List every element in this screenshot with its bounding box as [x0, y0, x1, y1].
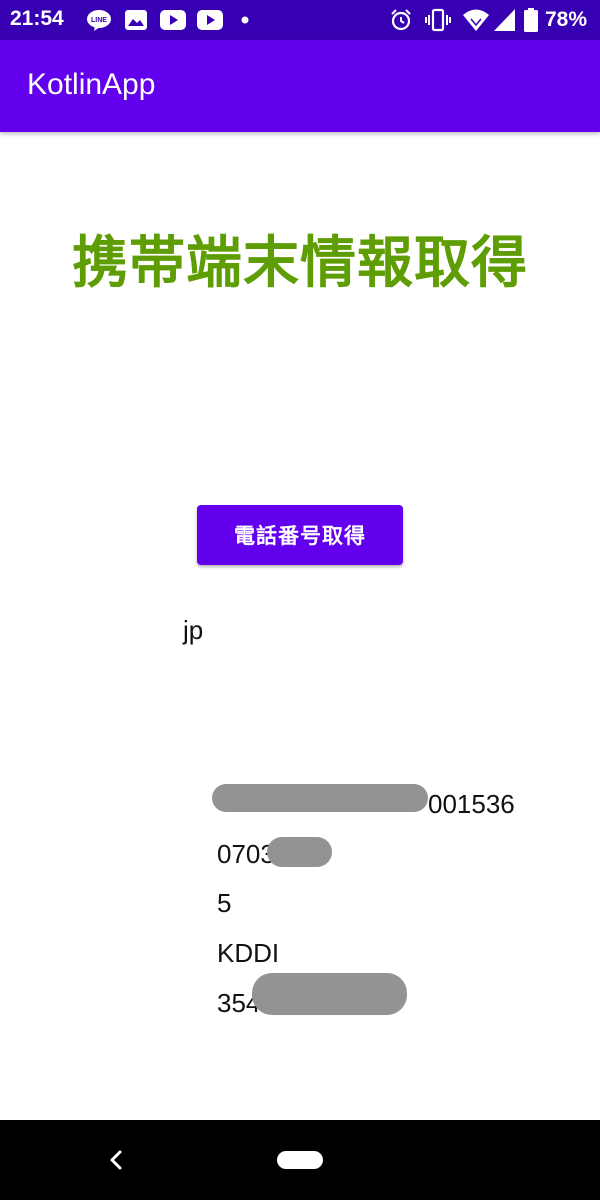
battery-icon — [524, 8, 538, 32]
status-bar: 21:54 LINE 78% — [0, 0, 600, 40]
youtube-icon — [197, 10, 223, 30]
line-icon: LINE — [87, 10, 111, 31]
info-line-4: KDDI — [217, 938, 280, 968]
back-icon[interactable] — [104, 1148, 128, 1172]
gallery-icon — [125, 10, 147, 30]
home-icon[interactable] — [277, 1151, 323, 1169]
status-time: 21:54 — [10, 7, 64, 30]
navigation-bar — [0, 1120, 600, 1200]
dot-icon — [241, 16, 249, 24]
signal-icon — [494, 9, 515, 31]
page-heading: 携帯端末情報取得 — [72, 231, 528, 296]
info-line-1: 001536 — [428, 789, 515, 819]
redaction-3 — [252, 973, 407, 1015]
battery-level: 78% — [545, 8, 588, 31]
svg-text:LINE: LINE — [91, 17, 107, 24]
country-code-text: jp — [183, 615, 204, 645]
redaction-2 — [267, 837, 332, 867]
alarm-icon — [391, 9, 411, 31]
wifi-icon — [463, 9, 489, 31]
app-title: KotlinApp — [27, 68, 156, 101]
youtube-icon — [160, 10, 186, 30]
get-phone-number-button[interactable]: 電話番号取得 — [197, 505, 403, 565]
app-bar: KotlinApp — [0, 40, 600, 132]
info-line-3: 5 — [217, 888, 232, 918]
vibrate-icon — [425, 8, 451, 32]
redaction-1 — [212, 784, 428, 812]
